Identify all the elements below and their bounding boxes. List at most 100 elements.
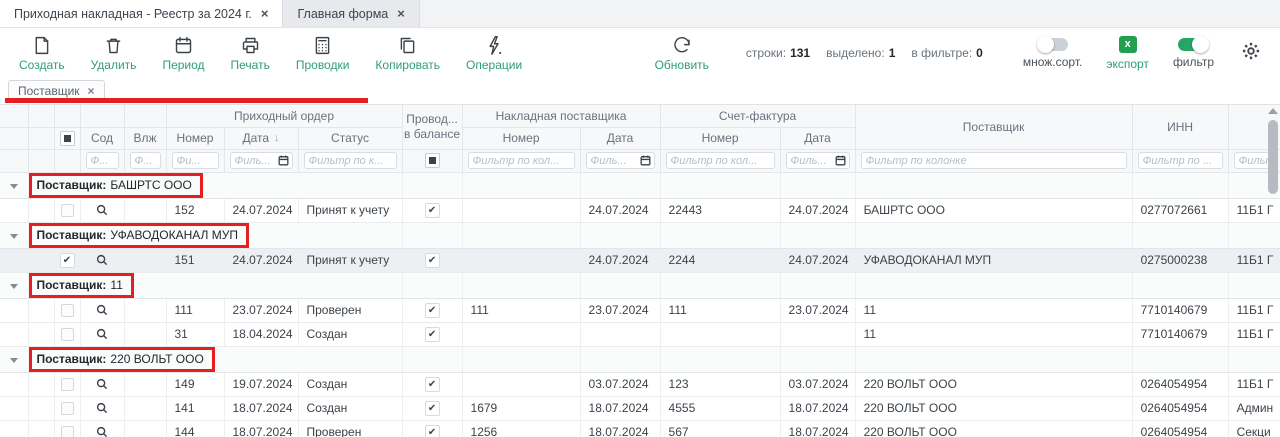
copy-button[interactable]: Копировать: [362, 28, 453, 78]
cell-inn: 0264054954: [1132, 372, 1228, 396]
cell-factura-date: 18.07.2024: [780, 420, 855, 437]
settings-button[interactable]: [1226, 40, 1270, 67]
export-button[interactable]: x экспорт: [1094, 36, 1161, 71]
table-row[interactable]: ✔15124.07.2024Принят к учету✔24.07.20242…: [0, 248, 1280, 272]
cell-supplier: БАШРТС ООО: [855, 198, 1132, 222]
table-row[interactable]: 14118.07.2024Создан✔167918.07.2024455518…: [0, 396, 1280, 420]
cell-extra: Секци: [1228, 420, 1280, 437]
new-document-icon: [31, 35, 52, 56]
group-expander[interactable]: [0, 172, 28, 198]
tab-invoice-registry[interactable]: Приходная накладная - Реестр за 2024 г. …: [0, 0, 283, 27]
table-row[interactable]: 11123.07.2024Проверен✔11123.07.202411123…: [0, 298, 1280, 322]
table-row[interactable]: 14919.07.2024Создан✔03.07.202412303.07.2…: [0, 372, 1280, 396]
select-all-checkbox[interactable]: [54, 127, 80, 149]
magnifier-icon[interactable]: [95, 253, 109, 267]
create-button[interactable]: Создать: [6, 28, 78, 78]
cell-order-num: 151: [166, 248, 224, 272]
column-factura-num[interactable]: Номер: [660, 127, 780, 149]
gear-icon: [1240, 49, 1262, 66]
filter-supplier-input[interactable]: [861, 152, 1127, 169]
cell-inn: 0275000238: [1132, 248, 1228, 272]
refresh-button[interactable]: Обновить: [642, 35, 722, 72]
row-checkbox[interactable]: [61, 402, 74, 415]
cell-invoice-num: 111: [462, 298, 580, 322]
magnifier-icon[interactable]: [95, 425, 109, 437]
balance-check-icon: ✔: [425, 327, 440, 342]
excel-export-icon[interactable]: x: [1119, 36, 1137, 53]
table-row[interactable]: 14418.07.2024Проверен✔125618.07.20245671…: [0, 420, 1280, 437]
column-invoice-date[interactable]: Дата: [580, 127, 660, 149]
lightning-icon: [484, 35, 505, 56]
magnifier-icon[interactable]: [95, 327, 109, 341]
delete-button[interactable]: Удалить: [78, 28, 150, 78]
tab-main-form[interactable]: Главная форма ×: [283, 0, 419, 27]
column-order-date[interactable]: Дата↓: [224, 127, 298, 149]
toggle-off-icon[interactable]: [1038, 38, 1068, 51]
scroll-up-icon[interactable]: [1268, 108, 1278, 114]
table-row[interactable]: 3118.04.2024Создан✔11771014067911Б1 Г: [0, 322, 1280, 346]
column-inn[interactable]: ИНН: [1132, 105, 1228, 149]
table-row[interactable]: 15224.07.2024Принят к учету✔24.07.202422…: [0, 198, 1280, 222]
trash-icon: [103, 35, 124, 56]
calendar-icon: [173, 35, 194, 56]
tab-bar: Приходная накладная - Реестр за 2024 г. …: [0, 0, 1280, 28]
column-vlj[interactable]: Влж: [124, 127, 166, 149]
group-expander[interactable]: [0, 272, 28, 298]
tab-close-icon[interactable]: ×: [261, 6, 269, 21]
cell-invoice-date: 24.07.2024: [580, 248, 660, 272]
filter-order-num-input[interactable]: [172, 152, 219, 169]
group-expander[interactable]: [0, 346, 28, 372]
magnifier-icon[interactable]: [95, 377, 109, 391]
collapse-icon: [10, 284, 18, 289]
magnifier-icon[interactable]: [95, 401, 109, 415]
filter-invoice-num-input[interactable]: [468, 152, 575, 169]
cell-status: Принят к учету: [298, 198, 402, 222]
column-factura-date[interactable]: Дата: [780, 127, 855, 149]
cell-supplier: 11: [855, 298, 1132, 322]
multisort-toggle[interactable]: множ.сорт.: [1011, 38, 1095, 69]
cell-factura-date: 24.07.2024: [780, 198, 855, 222]
cell-extra: 11Б1 Г: [1228, 372, 1280, 396]
tab-close-icon[interactable]: ×: [397, 6, 405, 21]
filter-factura-num-input[interactable]: [666, 152, 775, 169]
column-order-num[interactable]: Номер: [166, 127, 224, 149]
cell-factura-date: 24.07.2024: [780, 248, 855, 272]
filter-vlj-input[interactable]: [130, 152, 161, 169]
postings-button[interactable]: Проводки: [283, 28, 363, 78]
row-checkbox[interactable]: [61, 204, 74, 217]
magnifier-icon[interactable]: [95, 303, 109, 317]
cell-status: Создан: [298, 396, 402, 420]
chip-close-icon[interactable]: ×: [88, 84, 95, 98]
filter-balance-checkbox[interactable]: [402, 149, 462, 172]
row-checkbox[interactable]: [61, 426, 74, 437]
filter-inn-input[interactable]: [1138, 152, 1223, 169]
row-checkbox[interactable]: [61, 304, 74, 317]
group-row: Поставщик:БАШРТС ООО: [0, 172, 1280, 198]
column-supplier[interactable]: Поставщик: [855, 105, 1132, 149]
row-checkbox-checked[interactable]: ✔: [60, 253, 75, 268]
filter-status-input[interactable]: [304, 152, 397, 169]
scrollbar-thumb[interactable]: [1268, 120, 1278, 194]
cell-order-date: 24.07.2024: [224, 248, 298, 272]
group-expander[interactable]: [0, 222, 28, 248]
row-checkbox[interactable]: [61, 378, 74, 391]
cell-factura-num: 2244: [660, 248, 780, 272]
print-button[interactable]: Печать: [218, 28, 283, 78]
toggle-on-icon[interactable]: [1178, 38, 1208, 51]
vertical-scrollbar[interactable]: [1267, 108, 1278, 368]
stat-rows: строки:131: [746, 46, 810, 60]
period-button[interactable]: Период: [149, 28, 217, 78]
cell-factura-num: 22443: [660, 198, 780, 222]
sort-desc-icon: ↓: [274, 132, 280, 144]
column-balance[interactable]: Провод...в балансе: [402, 105, 462, 149]
balance-check-icon: ✔: [425, 377, 440, 392]
column-invoice-num[interactable]: Номер: [462, 127, 580, 149]
filter-toggle[interactable]: фильтр: [1161, 38, 1226, 69]
column-sod[interactable]: Сод: [80, 127, 124, 149]
filter-sod-input[interactable]: [86, 152, 119, 169]
operations-button[interactable]: Операции: [453, 28, 535, 78]
row-checkbox[interactable]: [61, 328, 74, 341]
printer-icon: [240, 35, 261, 56]
magnifier-icon[interactable]: [95, 203, 109, 217]
column-status[interactable]: Статус: [298, 127, 402, 149]
